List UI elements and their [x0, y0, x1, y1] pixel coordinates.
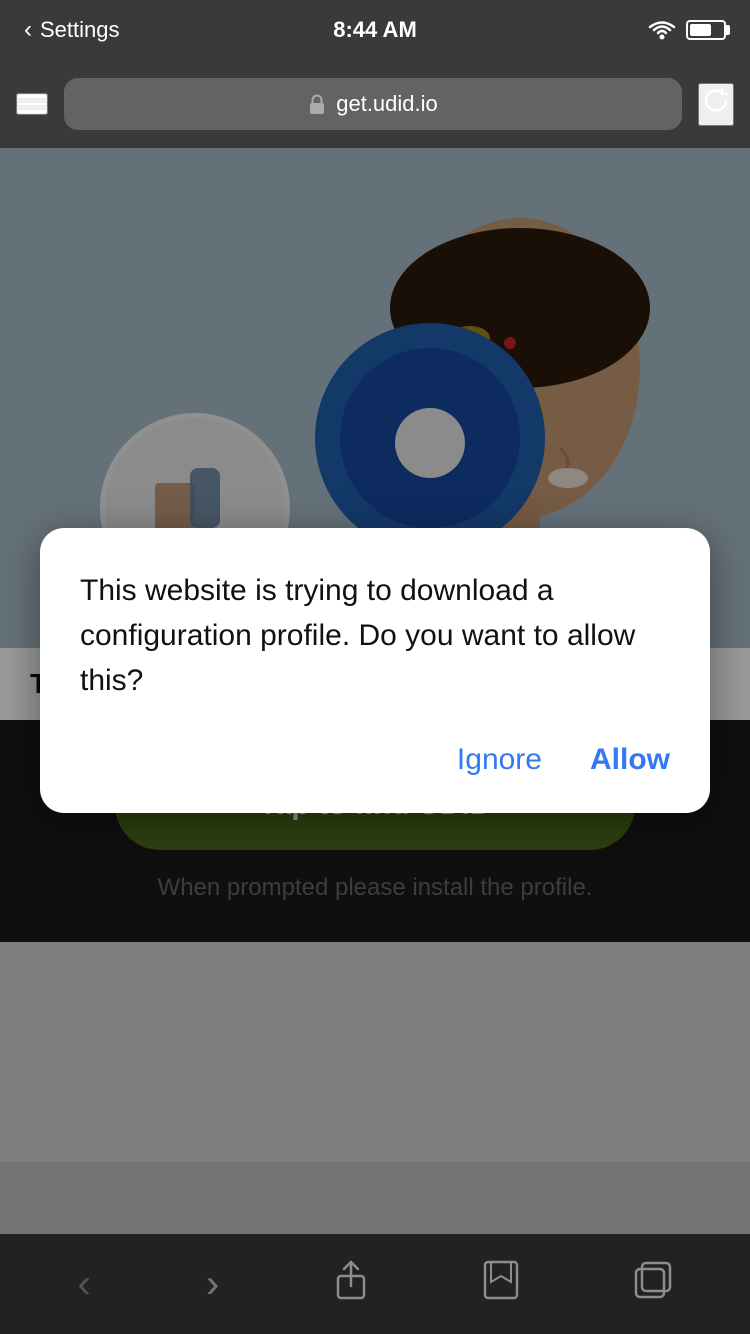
refresh-icon — [700, 85, 732, 117]
config-profile-dialog: This website is trying to download a con… — [40, 528, 710, 813]
status-left: ‹ Settings — [24, 16, 120, 44]
wifi-icon — [648, 20, 676, 40]
battery-icon — [686, 20, 726, 40]
hamburger-menu-button[interactable] — [16, 93, 48, 115]
status-time: 8:44 AM — [333, 17, 417, 43]
browser-bar: get.udid.io — [0, 60, 750, 148]
allow-button[interactable]: Allow — [590, 743, 670, 777]
back-chevron-icon: ‹ — [24, 16, 32, 44]
dialog-message: This website is trying to download a con… — [80, 568, 670, 703]
url-bar[interactable]: get.udid.io — [64, 78, 682, 130]
ignore-button[interactable]: Ignore — [457, 743, 542, 777]
refresh-button[interactable] — [698, 83, 734, 126]
url-text: get.udid.io — [336, 91, 438, 117]
status-bar: ‹ Settings 8:44 AM — [0, 0, 750, 60]
content-area: The cost of hearing aids in Pune Tap to … — [0, 148, 750, 1334]
dialog-actions: Ignore Allow — [80, 743, 670, 777]
lock-icon — [308, 93, 326, 115]
settings-back-label[interactable]: Settings — [40, 17, 120, 43]
status-right — [648, 20, 726, 40]
